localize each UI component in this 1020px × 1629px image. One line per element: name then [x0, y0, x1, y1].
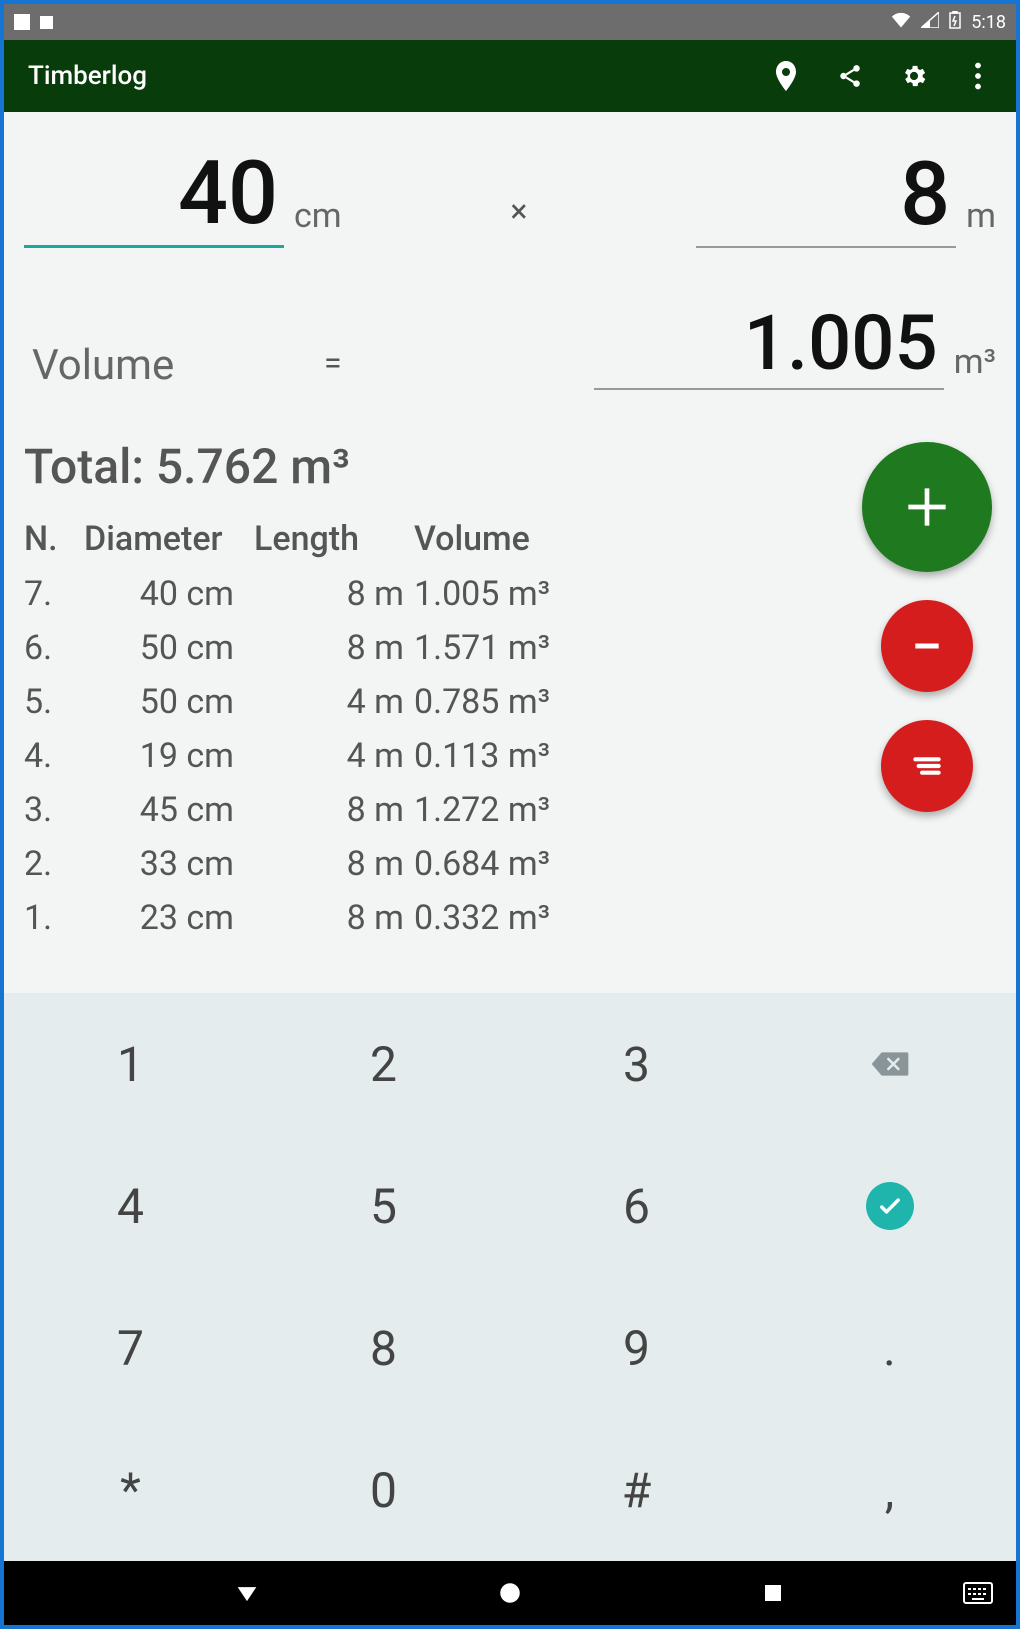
- cell-length: 8 m: [254, 567, 414, 621]
- cell-length: 8 m: [254, 891, 414, 945]
- table-header-length: Length: [254, 519, 414, 559]
- key-4[interactable]: 4: [4, 1135, 257, 1277]
- total-text: Total: 5.762 m³: [24, 438, 996, 495]
- overflow-menu-icon[interactable]: [964, 62, 992, 90]
- table-row: 1.23 cm8 m0.332 m³: [24, 891, 996, 945]
- length-field[interactable]: 8 m: [696, 143, 996, 248]
- notification-icon: [40, 16, 53, 29]
- cell-n: 6.: [24, 621, 84, 675]
- volume-unit: m³: [944, 342, 996, 390]
- multiply-symbol: ×: [342, 192, 697, 248]
- cell-n: 5.: [24, 675, 84, 729]
- table-row: 5.50 cm4 m0.785 m³: [24, 675, 996, 729]
- cell-length: 8 m: [254, 783, 414, 837]
- key-6[interactable]: 6: [510, 1135, 763, 1277]
- table-row: 3.45 cm8 m1.272 m³: [24, 783, 996, 837]
- wifi-icon: [891, 12, 911, 33]
- length-value[interactable]: 8: [696, 143, 956, 248]
- share-icon[interactable]: [836, 62, 864, 90]
- key-enter[interactable]: [763, 1135, 1016, 1277]
- cell-diameter: 40 cm: [84, 567, 254, 621]
- diameter-value[interactable]: 40: [24, 142, 284, 248]
- keyboard-switch-icon[interactable]: [958, 1573, 998, 1613]
- key-3[interactable]: 3: [510, 993, 763, 1135]
- key-7[interactable]: 7: [4, 1277, 257, 1419]
- table-row: 6.50 cm8 m1.571 m³: [24, 621, 996, 675]
- cell-n: 2.: [24, 837, 84, 891]
- nav-recent-button[interactable]: [753, 1573, 793, 1613]
- cell-diameter: 23 cm: [84, 891, 254, 945]
- key-8[interactable]: 8: [257, 1277, 510, 1419]
- cell-length: 8 m: [254, 621, 414, 675]
- table-header-volume: Volume: [414, 519, 614, 559]
- notification-icon: [14, 14, 30, 30]
- cell-diameter: 45 cm: [84, 783, 254, 837]
- table-row: 4.19 cm4 m0.113 m³: [24, 729, 996, 783]
- key-dot[interactable]: .: [763, 1277, 1016, 1419]
- key-9[interactable]: 9: [510, 1277, 763, 1419]
- cell-length: 4 m: [254, 675, 414, 729]
- cell-volume: 1.272 m³: [414, 783, 614, 837]
- android-status-bar: 5:18: [4, 4, 1016, 40]
- table-row: 2.33 cm8 m0.684 m³: [24, 837, 996, 891]
- key-0[interactable]: 0: [257, 1419, 510, 1561]
- diameter-unit: cm: [284, 196, 342, 248]
- cell-diameter: 33 cm: [84, 837, 254, 891]
- equals-symbol: =: [324, 344, 384, 390]
- signal-icon: [921, 12, 939, 33]
- gear-icon[interactable]: [900, 62, 928, 90]
- cell-n: 1.: [24, 891, 84, 945]
- list-button[interactable]: [881, 720, 973, 812]
- key-backspace[interactable]: [763, 993, 1016, 1135]
- key-2[interactable]: 2: [257, 993, 510, 1135]
- key-star[interactable]: *: [4, 1419, 257, 1561]
- table-header-n: N.: [24, 519, 84, 559]
- app-title: Timberlog: [28, 61, 772, 91]
- table-row: 7.40 cm8 m1.005 m³: [24, 567, 996, 621]
- key-comma[interactable]: ,: [763, 1419, 1016, 1561]
- app-bar: Timberlog: [4, 40, 1016, 112]
- volume-label: Volume: [24, 341, 324, 390]
- cell-n: 3.: [24, 783, 84, 837]
- numeric-keypad: 1 2 3 4 5 6 7 8 9 . * 0 # ,: [4, 993, 1016, 1561]
- cell-length: 4 m: [254, 729, 414, 783]
- key-5[interactable]: 5: [257, 1135, 510, 1277]
- cell-n: 4.: [24, 729, 84, 783]
- log-table: N. Diameter Length Volume 7.40 cm8 m1.00…: [24, 519, 996, 945]
- cell-volume: 1.571 m³: [414, 621, 614, 675]
- key-hash[interactable]: #: [510, 1419, 763, 1561]
- cell-diameter: 50 cm: [84, 675, 254, 729]
- cell-volume: 0.785 m³: [414, 675, 614, 729]
- clock-text: 5:18: [971, 12, 1006, 33]
- table-header-diameter: Diameter: [84, 519, 254, 559]
- cell-length: 8 m: [254, 837, 414, 891]
- add-button[interactable]: [862, 442, 992, 572]
- cell-volume: 0.332 m³: [414, 891, 614, 945]
- cell-volume: 0.113 m³: [414, 729, 614, 783]
- cell-diameter: 19 cm: [84, 729, 254, 783]
- cell-n: 7.: [24, 567, 84, 621]
- cell-diameter: 50 cm: [84, 621, 254, 675]
- android-nav-bar: [4, 1561, 1016, 1625]
- cell-volume: 0.684 m³: [414, 837, 614, 891]
- diameter-field[interactable]: 40 cm: [24, 142, 342, 248]
- nav-home-button[interactable]: [490, 1573, 530, 1613]
- location-icon[interactable]: [772, 62, 800, 90]
- key-1[interactable]: 1: [4, 993, 257, 1135]
- remove-button[interactable]: [881, 600, 973, 692]
- volume-value: 1.005: [594, 298, 944, 390]
- battery-icon: [949, 11, 961, 34]
- cell-volume: 1.005 m³: [414, 567, 614, 621]
- main-content: 40 cm × 8 m Volume = 1.005 m³ Total: 5.7…: [4, 112, 1016, 993]
- nav-back-button[interactable]: [227, 1573, 267, 1613]
- length-unit: m: [956, 196, 996, 248]
